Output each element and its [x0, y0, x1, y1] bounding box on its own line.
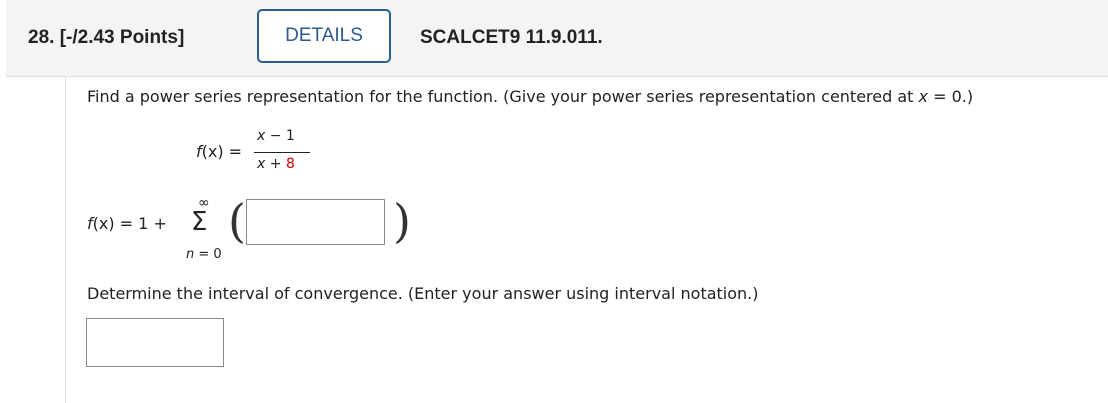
sum-index-rest: = 0	[194, 247, 222, 262]
fraction-numerator: x − 1	[257, 128, 295, 144]
details-button[interactable]: DETAILS	[257, 9, 391, 63]
series-lhs-rest: (x) = 1 +	[92, 214, 167, 233]
fraction-bar	[254, 152, 310, 153]
close-paren: )	[393, 194, 411, 248]
numerator-rest: − 1	[265, 128, 295, 144]
question-number: 28. [-/2.43 Points]	[28, 27, 184, 49]
left-divider	[65, 77, 66, 403]
fraction-denominator: x + 8	[257, 156, 295, 172]
sum-index-var: n	[186, 247, 195, 262]
interval-input[interactable]	[86, 318, 224, 367]
question-header: 28. [-/2.43 Points] DETAILS SCALCET9 11.…	[6, 0, 1108, 77]
prompt-text-2: = 0.)	[927, 87, 974, 106]
open-paren: (	[228, 194, 246, 248]
question-code: SCALCET9 11.9.011.	[420, 27, 603, 48]
function-equals: =	[223, 142, 243, 161]
prompt-variable: x	[918, 87, 928, 106]
points-label: [-/2.43 Points]	[59, 27, 185, 48]
denominator-op: +	[265, 156, 286, 172]
sum-lower-limit: n = 0	[186, 247, 222, 262]
question-prompt: Find a power series representation for t…	[87, 87, 973, 106]
series-lhs: f(x) = 1 +	[87, 214, 167, 233]
series-term-input[interactable]	[246, 199, 385, 245]
denominator-constant: 8	[285, 156, 295, 172]
function-lhs: f(x) =	[196, 142, 242, 161]
question-number-text: 28.	[28, 27, 55, 48]
function-arg: (x)	[201, 142, 224, 161]
sigma-symbol: Σ	[191, 207, 208, 237]
prompt-text-1: Find a power series representation for t…	[87, 87, 919, 106]
interval-prompt: Determine the interval of convergence. (…	[87, 284, 759, 303]
